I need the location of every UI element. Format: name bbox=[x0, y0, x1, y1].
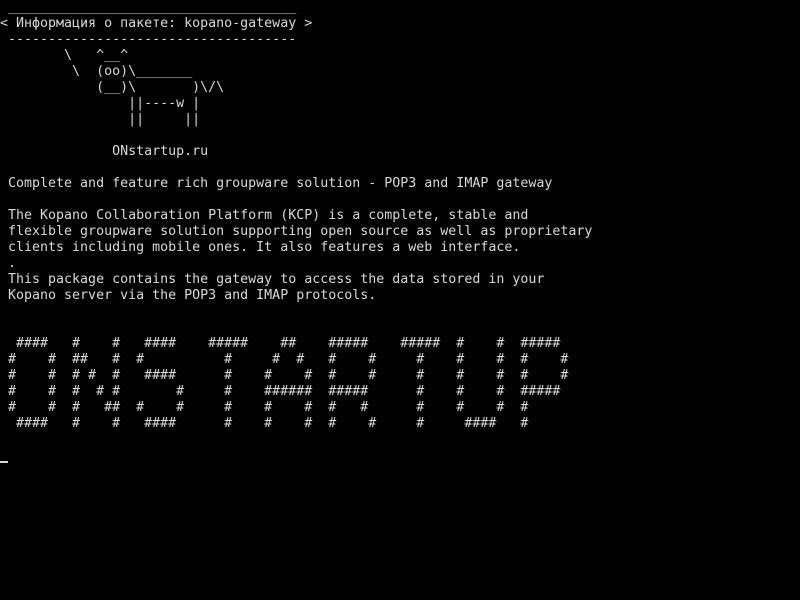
description-line: . bbox=[0, 256, 17, 271]
description-line: This package contains the gateway to acc… bbox=[0, 272, 545, 287]
banner-art-line: # # # # # #### # # # # # # # # # # bbox=[0, 368, 569, 383]
description-line: The Kopano Collaboration Platform (KCP) … bbox=[0, 208, 529, 223]
banner-art-line: #### # # #### # # # # # # #### # bbox=[0, 416, 529, 431]
package-info-title: < Информация о пакете: kopano-gateway > bbox=[0, 16, 313, 31]
description-line: clients including mobile ones. It also f… bbox=[0, 240, 521, 255]
banner-art-line: # # ## # # # # # # # # # # # # bbox=[0, 352, 569, 367]
cow-art-line: ||----w | bbox=[0, 96, 201, 111]
terminal-console[interactable]: ____________________________________ < И… bbox=[0, 0, 800, 600]
cow-art-line: || || bbox=[0, 112, 201, 127]
cow-art-line: \ (oo)\_______ bbox=[0, 64, 193, 79]
site-label: ONstartup.ru bbox=[0, 144, 209, 159]
text-cursor bbox=[0, 461, 8, 463]
banner-art-line: # # # # # # # ###### ##### # # # ##### bbox=[0, 384, 561, 399]
description-line: flexible groupware solution supporting o… bbox=[0, 224, 593, 239]
cow-art-line: \ ^__^ bbox=[0, 48, 129, 63]
banner-art-line: #### # # #### ##### ## ##### ##### # # #… bbox=[0, 336, 561, 351]
title-bottom-rule: ------------------------------------ bbox=[0, 32, 297, 47]
title-top-rule: ____________________________________ bbox=[0, 0, 297, 15]
cow-art-line: (__)\ )\/\ bbox=[0, 80, 225, 95]
package-summary: Complete and feature rich groupware solu… bbox=[0, 176, 553, 191]
description-line: Kopano server via the POP3 and IMAP prot… bbox=[0, 288, 377, 303]
banner-art-line: # # # ## # # # # # # # # # # # bbox=[0, 400, 529, 415]
